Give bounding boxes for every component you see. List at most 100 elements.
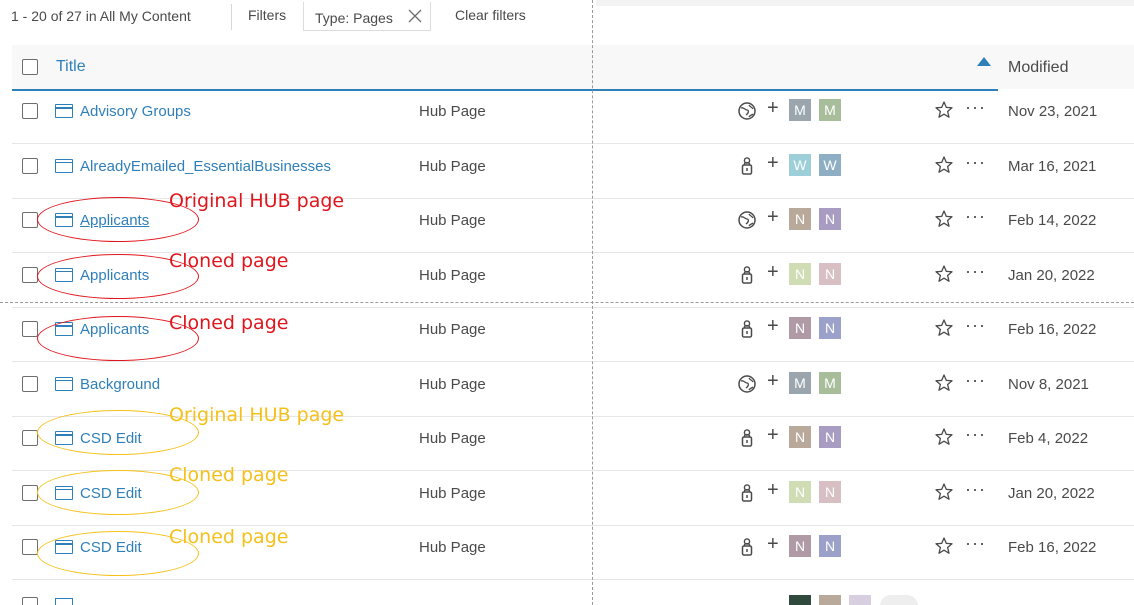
item-type: Hub Page <box>419 266 486 284</box>
modified-date: Feb 4, 2022 <box>1008 430 1089 447</box>
globe-icon <box>737 210 757 230</box>
more-options-icon[interactable]: ··· <box>965 479 986 500</box>
favorite-star-icon[interactable] <box>934 155 954 175</box>
more-options-icon[interactable]: ··· <box>965 97 986 118</box>
item-type: Hub Page <box>419 157 486 175</box>
owner-avatar: N <box>789 535 811 557</box>
row-checkbox[interactable] <box>22 212 38 228</box>
owner-avatar: M <box>789 371 811 394</box>
annotation-label-cloned: Cloned page <box>169 312 289 334</box>
editor-avatar: N <box>819 480 841 503</box>
lock-icon <box>737 319 757 339</box>
filters-button[interactable]: Filters <box>248 7 286 23</box>
editor-avatar: N <box>819 262 841 285</box>
row-checkbox[interactable] <box>22 597 38 605</box>
modified-date: Mar 16, 2021 <box>1008 157 1097 175</box>
close-icon[interactable] <box>407 8 423 24</box>
item-title-link[interactable]: Background <box>80 376 160 393</box>
avatar-overflow-badge <box>880 595 918 605</box>
item-title-link[interactable]: AlreadyEmailed_EssentialBusinesses <box>80 158 331 175</box>
modified-date: Jan 20, 2022 <box>1008 266 1095 284</box>
column-header-title[interactable]: Title <box>56 58 86 76</box>
favorite-star-icon[interactable] <box>934 373 954 393</box>
modified-date: Feb 16, 2022 <box>1008 321 1097 338</box>
editor-avatar: N <box>819 426 841 448</box>
filter-chip-type[interactable]: Type: Pages <box>303 2 431 31</box>
editor-avatar: N <box>819 317 841 339</box>
favorite-star-icon[interactable] <box>934 318 954 338</box>
row-checkbox[interactable] <box>22 266 38 283</box>
hub-page-icon <box>55 376 73 391</box>
more-options-icon[interactable]: ··· <box>965 152 986 173</box>
plus-icon: + <box>767 151 779 174</box>
owner-avatar: N <box>789 262 811 285</box>
guide-line-horizontal <box>0 302 1134 303</box>
row-checkbox[interactable] <box>22 103 38 119</box>
clear-filters-button[interactable]: Clear filters <box>455 7 526 23</box>
lock-icon <box>737 483 757 503</box>
item-title-link[interactable]: Advisory Groups <box>80 103 191 120</box>
plus-icon: + <box>767 369 779 392</box>
owner-avatar: N <box>789 480 811 503</box>
favorite-star-icon[interactable] <box>934 209 954 229</box>
select-all-checkbox[interactable] <box>22 59 38 75</box>
modified-date: Jan 20, 2022 <box>1008 484 1095 502</box>
divider <box>231 4 232 30</box>
plus-icon: + <box>767 533 779 555</box>
header-strip <box>596 0 1134 6</box>
annotation-label-original: Original HUB page <box>169 190 345 212</box>
column-header-modified[interactable]: Modified <box>1008 59 1068 77</box>
editor-avatar: N <box>819 208 841 230</box>
more-options-icon[interactable]: ··· <box>965 261 986 282</box>
more-options-icon[interactable]: ··· <box>965 424 986 445</box>
item-type: Hub Page <box>419 375 486 393</box>
filter-bar: 1 - 20 of 27 in All My Content Filters T… <box>0 0 1134 40</box>
hub-page-icon <box>55 158 73 173</box>
favorite-star-icon[interactable] <box>934 100 954 120</box>
editor-avatar: W <box>819 153 841 176</box>
row-checkbox[interactable] <box>22 484 38 501</box>
row-checkbox[interactable] <box>22 375 38 392</box>
owner-avatar: N <box>789 426 811 448</box>
more-options-icon[interactable]: ··· <box>965 206 986 227</box>
globe-icon <box>737 374 757 394</box>
annotation-label-cloned: Cloned page <box>169 464 289 486</box>
row-checkbox[interactable] <box>22 539 38 555</box>
owner-avatar: W <box>789 153 811 176</box>
annotation-label-original: Original HUB page <box>169 404 345 426</box>
more-options-icon[interactable]: ··· <box>965 370 986 391</box>
table-row[interactable]: Advisory Groups Hub Page + M M ··· Nov 23, 202… <box>12 89 1134 144</box>
results-count: 1 - 20 of 27 in All My Content <box>11 8 191 24</box>
page-icon <box>55 598 73 605</box>
modified-date: Feb 14, 2022 <box>1008 212 1097 229</box>
favorite-star-icon[interactable] <box>934 536 954 556</box>
globe-icon <box>737 101 757 121</box>
sort-ascending-icon[interactable] <box>977 57 991 66</box>
lock-icon <box>737 428 757 448</box>
partial-row <box>0 590 1134 605</box>
item-type: Hub Page <box>419 321 486 338</box>
row-checkbox[interactable] <box>22 157 38 174</box>
filter-chip-label: Type: Pages <box>315 10 393 26</box>
item-type: Hub Page <box>419 103 486 120</box>
favorite-star-icon[interactable] <box>934 264 954 284</box>
more-options-icon[interactable]: ··· <box>965 533 986 554</box>
modified-date: Nov 23, 2021 <box>1008 103 1098 120</box>
content-table: Title Modified Advisory Groups Hub Page + M… <box>12 45 1134 580</box>
editor-avatar: N <box>819 535 841 557</box>
lock-icon <box>737 537 757 557</box>
row-checkbox[interactable] <box>22 430 38 446</box>
favorite-star-icon[interactable] <box>934 482 954 502</box>
modified-date: Feb 16, 2022 <box>1008 539 1097 556</box>
avatar <box>789 595 811 605</box>
annotation-label-cloned: Cloned page <box>169 526 289 548</box>
editor-avatar: M <box>819 371 841 394</box>
lock-icon <box>737 265 757 285</box>
item-type: Hub Page <box>419 539 486 556</box>
row-checkbox[interactable] <box>22 321 38 337</box>
item-type: Hub Page <box>419 484 486 502</box>
more-options-icon[interactable]: ··· <box>965 315 986 336</box>
hub-page-icon <box>55 104 73 118</box>
favorite-star-icon[interactable] <box>934 427 954 447</box>
avatar <box>849 595 871 605</box>
